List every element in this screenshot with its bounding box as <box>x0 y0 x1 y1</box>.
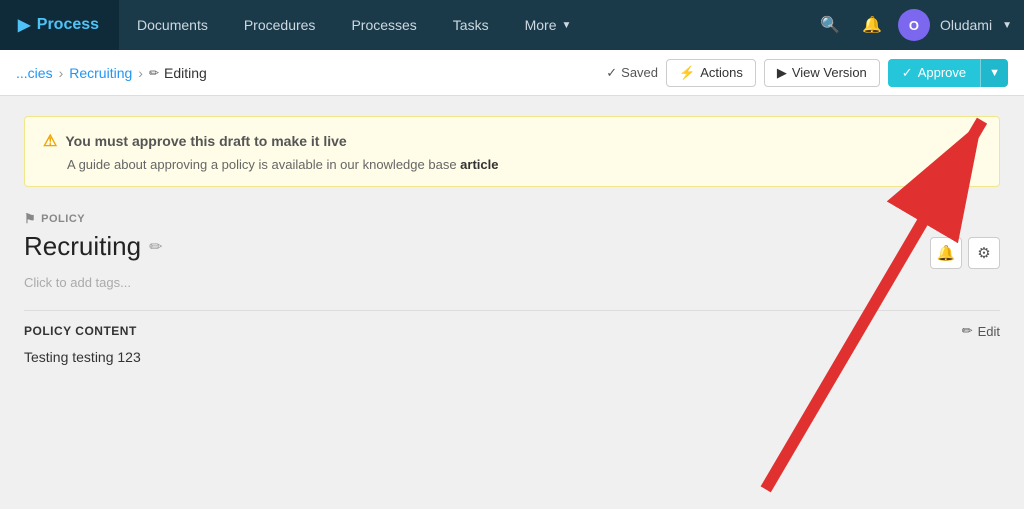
check-approve-icon: ✓ <box>902 65 913 81</box>
nav-item-tasks[interactable]: Tasks <box>435 0 507 50</box>
nav-item-more[interactable]: More ▼ <box>507 0 590 50</box>
view-version-button[interactable]: ▶ View Version <box>764 59 880 87</box>
edit-button[interactable]: ✏ Edit <box>962 323 1000 339</box>
actions-button[interactable]: ⚡ Actions <box>666 59 756 87</box>
pencil-icon: ✏ <box>149 66 159 80</box>
nav-item-processes[interactable]: Processes <box>333 0 434 50</box>
user-name[interactable]: Oludami <box>940 17 992 33</box>
nav-items: Documents Procedures Processes Tasks Mor… <box>119 0 814 50</box>
more-caret-icon: ▼ <box>562 20 572 31</box>
play-icon: ▶ <box>777 65 787 81</box>
flag-icon: ⚑ <box>24 211 36 227</box>
nav-item-procedures[interactable]: Procedures <box>226 0 334 50</box>
policy-content-header: POLICY CONTENT ✏ Edit <box>24 323 1000 339</box>
approve-button[interactable]: ✓ Approve <box>888 59 980 87</box>
nav-item-documents[interactable]: Documents <box>119 0 226 50</box>
edit-pencil-icon: ✏ <box>962 323 973 339</box>
sub-header: ...cies › Recruiting › ✏ Editing ✓ Saved… <box>0 50 1024 96</box>
nav-right: 🔍 🔔 O Oludami ▼ <box>814 9 1024 41</box>
knowledge-base-link[interactable]: article <box>460 157 498 172</box>
top-nav: ▶ Process Documents Procedures Processes… <box>0 0 1024 50</box>
breadcrumb-sep-2: › <box>138 65 143 81</box>
avatar[interactable]: O <box>898 9 930 41</box>
alert-body: A guide about approving a policy is avai… <box>43 157 981 172</box>
policy-label: ⚑ POLICY <box>24 211 1000 227</box>
breadcrumb-sep-1: › <box>59 65 64 81</box>
policy-title: Recruiting ✏ <box>24 231 162 262</box>
bell-subscribe-button[interactable]: 🔔 <box>930 237 962 269</box>
breadcrumb-recruiting[interactable]: Recruiting <box>69 65 132 81</box>
section-divider <box>24 310 1000 311</box>
saved-indicator: ✓ Saved <box>606 65 658 81</box>
warning-icon: ⚠ <box>43 131 57 151</box>
gear-icon: ⚙ <box>977 244 990 262</box>
settings-button[interactable]: ⚙ <box>968 237 1000 269</box>
policy-content-title: POLICY CONTENT <box>24 324 137 338</box>
policy-content-text: Testing testing 123 <box>24 349 1000 365</box>
brand-logo[interactable]: ▶ Process <box>0 0 119 50</box>
policy-actions-right: 🔔 ⚙ <box>930 237 1000 269</box>
approve-dropdown-button[interactable]: ▼ <box>980 59 1008 87</box>
user-caret-icon[interactable]: ▼ <box>1002 20 1012 31</box>
breadcrumb: ...cies › Recruiting › ✏ Editing <box>16 65 207 81</box>
policy-title-row: Recruiting ✏ 🔔 ⚙ <box>24 231 1000 269</box>
alert-banner: ⚠ You must approve this draft to make it… <box>24 116 1000 187</box>
main-content: ⚠ You must approve this draft to make it… <box>0 96 1024 509</box>
bell-icon[interactable]: 🔔 <box>856 9 888 41</box>
brand-name: Process <box>37 16 99 34</box>
subheader-actions: ✓ Saved ⚡ Actions ▶ View Version ✓ Appro… <box>606 59 1008 87</box>
bolt-icon: ⚡ <box>679 65 695 81</box>
check-icon: ✓ <box>606 65 617 81</box>
policy-section: ⚑ POLICY Recruiting ✏ 🔔 ⚙ Click to add t… <box>24 211 1000 290</box>
policy-edit-icon[interactable]: ✏ <box>149 237 162 257</box>
breadcrumb-editing: ✏ Editing <box>149 65 207 81</box>
tags-area[interactable]: Click to add tags... <box>24 275 1000 290</box>
alert-title: ⚠ You must approve this draft to make it… <box>43 131 981 151</box>
approve-button-group: ✓ Approve ▼ <box>888 59 1008 87</box>
bell-small-icon: 🔔 <box>937 244 956 262</box>
search-icon[interactable]: 🔍 <box>814 9 846 41</box>
approve-caret-icon: ▼ <box>989 67 1000 79</box>
breadcrumb-policies[interactable]: ...cies <box>16 65 53 81</box>
policy-content-section: POLICY CONTENT ✏ Edit Testing testing 12… <box>24 323 1000 365</box>
brand-icon: ▶ <box>18 15 30 35</box>
